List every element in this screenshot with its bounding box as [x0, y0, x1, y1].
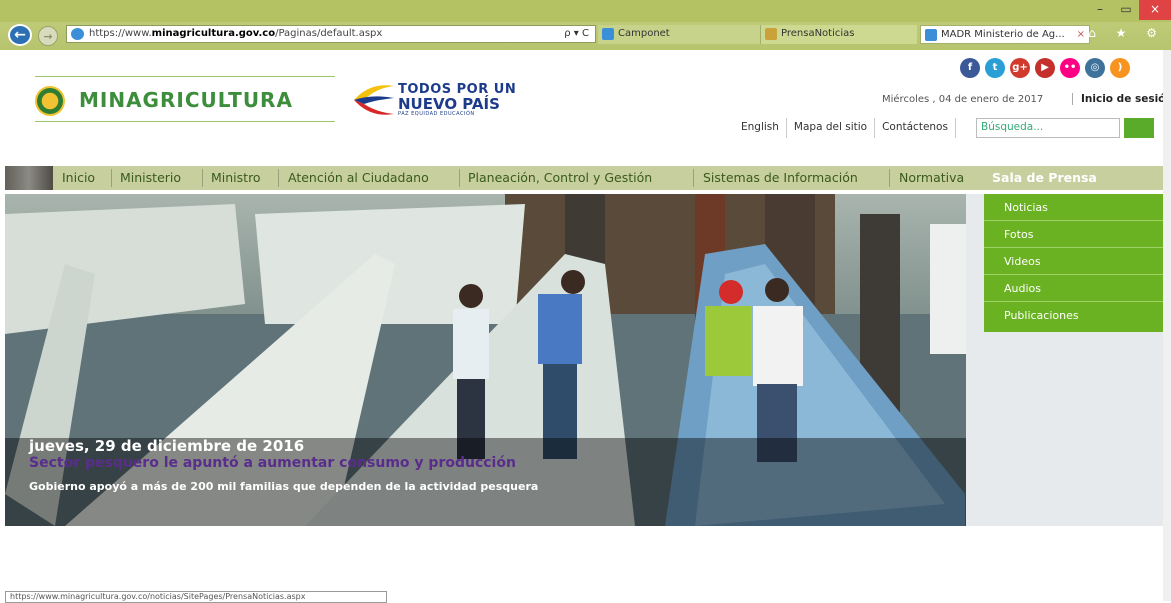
utility-links: English Mapa del sitio Contáctenos	[734, 118, 956, 138]
minimize-button[interactable]: –	[1087, 0, 1113, 20]
current-date: Miércoles , 04 de enero de 2017	[882, 94, 1044, 105]
url-domain: minagricultura.gov.co	[151, 28, 276, 39]
nav-ministerio[interactable]: Ministerio	[120, 166, 181, 190]
contact-link[interactable]: Contáctenos	[875, 118, 956, 138]
ie-icon	[925, 29, 937, 41]
menu-item-publicaciones[interactable]: Publicaciones	[984, 302, 1165, 329]
todos-por-un-nuevo-pais-logo: TODOS POR UN NUEVO PAÍS PAZ EQUIDAD EDUC…	[350, 80, 520, 122]
search-button[interactable]	[1124, 118, 1154, 138]
menu-item-fotos[interactable]: Fotos	[984, 221, 1165, 248]
nav-separator	[278, 169, 279, 187]
googleplus-icon[interactable]: g+	[1010, 58, 1030, 78]
colombia-seal-icon	[35, 86, 65, 116]
sala-de-prensa-dropdown: Noticias Fotos Videos Audios Publicacion…	[984, 194, 1165, 332]
back-arrow-icon: ←	[14, 27, 26, 43]
hero-banner[interactable]: jueves, 29 de diciembre de 2016 Sector p…	[5, 194, 966, 526]
seal-icon	[765, 28, 777, 40]
hero-date: jueves, 29 de diciembre de 2016	[29, 437, 305, 455]
tab-prensanoticias[interactable]: PrensaNoticias	[760, 25, 917, 44]
youtube-icon[interactable]: ▶	[1035, 58, 1055, 78]
window-controls: – ▭ ×	[1087, 0, 1171, 22]
nav-separator	[459, 169, 460, 187]
facebook-icon[interactable]: f	[960, 58, 980, 78]
toolbar-icons[interactable]: ⌂ ★ ⚙	[1088, 26, 1165, 40]
tab-label: Camponet	[618, 28, 670, 39]
minagricultura-logo[interactable]: MINAGRICULTURA	[35, 76, 335, 122]
site-favicon-icon	[71, 28, 84, 40]
tab-label: PrensaNoticias	[781, 28, 855, 39]
address-bar[interactable]: https://www.minagricultura.gov.co/Pagina…	[66, 25, 596, 43]
nuevo-pais-mark-icon	[354, 85, 394, 115]
hero-subtitle: Gobierno apoyó a más de 200 mil familias…	[29, 480, 539, 493]
social-links: f t g+ ▶ •• ◎)	[960, 58, 1130, 80]
instagram-icon[interactable]: ◎	[1085, 58, 1105, 78]
nav-separator	[693, 169, 694, 187]
hero-title[interactable]: Sector pesquero le apuntó a aumentar con…	[29, 455, 516, 471]
nav-normativa[interactable]: Normativa	[899, 166, 964, 190]
restore-button[interactable]: ▭	[1113, 0, 1139, 20]
close-window-button[interactable]: ×	[1139, 0, 1171, 20]
rss-icon[interactable]: )	[1110, 58, 1130, 78]
status-bar-url: https://www.minagricultura.gov.co/notici…	[5, 591, 387, 603]
tab-camponet[interactable]: Camponet	[598, 25, 768, 44]
url-path: /Paginas/default.aspx	[275, 28, 383, 39]
forward-arrow-icon: →	[43, 29, 53, 43]
logo-text: MINAGRICULTURA	[79, 88, 293, 112]
login-link[interactable]: Inicio de sesión	[1072, 93, 1171, 105]
tab-close-icon[interactable]: ×	[1077, 26, 1085, 43]
menu-item-videos[interactable]: Videos	[984, 248, 1165, 275]
nav-ministro[interactable]: Ministro	[211, 166, 261, 190]
page-scrollbar[interactable]	[1163, 50, 1171, 601]
flickr-icon[interactable]: ••	[1060, 58, 1080, 78]
url-prefix: https://www.	[89, 28, 152, 39]
address-tools[interactable]: ρ ▾ C	[564, 26, 589, 42]
nav-separator	[202, 169, 203, 187]
menu-item-audios[interactable]: Audios	[984, 275, 1165, 302]
tab-label: MADR Ministerio de Ag...	[941, 29, 1065, 40]
nav-inicio[interactable]: Inicio	[62, 166, 95, 190]
twitter-icon[interactable]: t	[985, 58, 1005, 78]
nav-sistemas[interactable]: Sistemas de Información	[703, 166, 858, 190]
menu-item-noticias[interactable]: Noticias	[984, 194, 1165, 221]
tab-madr[interactable]: MADR Ministerio de Ag... ×	[920, 25, 1090, 44]
title-bar	[0, 0, 1171, 22]
sitemap-link[interactable]: Mapa del sitio	[787, 118, 876, 138]
nav-planeacion[interactable]: Planeación, Control y Gestión	[468, 166, 652, 190]
nav-separator	[111, 169, 112, 187]
nav-atencion[interactable]: Atención al Ciudadano	[288, 166, 429, 190]
search-input[interactable]: Búsqueda...	[976, 118, 1120, 138]
forward-button[interactable]: →	[38, 26, 58, 46]
nav-sala-de-prensa[interactable]: Sala de Prensa	[992, 166, 1097, 190]
nav-photo-strip	[5, 166, 53, 190]
back-button[interactable]: ←	[8, 24, 32, 46]
nav-separator	[889, 169, 890, 187]
ie-icon	[602, 28, 614, 40]
english-link[interactable]: English	[734, 118, 787, 138]
pais-line-3: PAZ EQUIDAD EDUCACIÓN	[398, 111, 475, 117]
